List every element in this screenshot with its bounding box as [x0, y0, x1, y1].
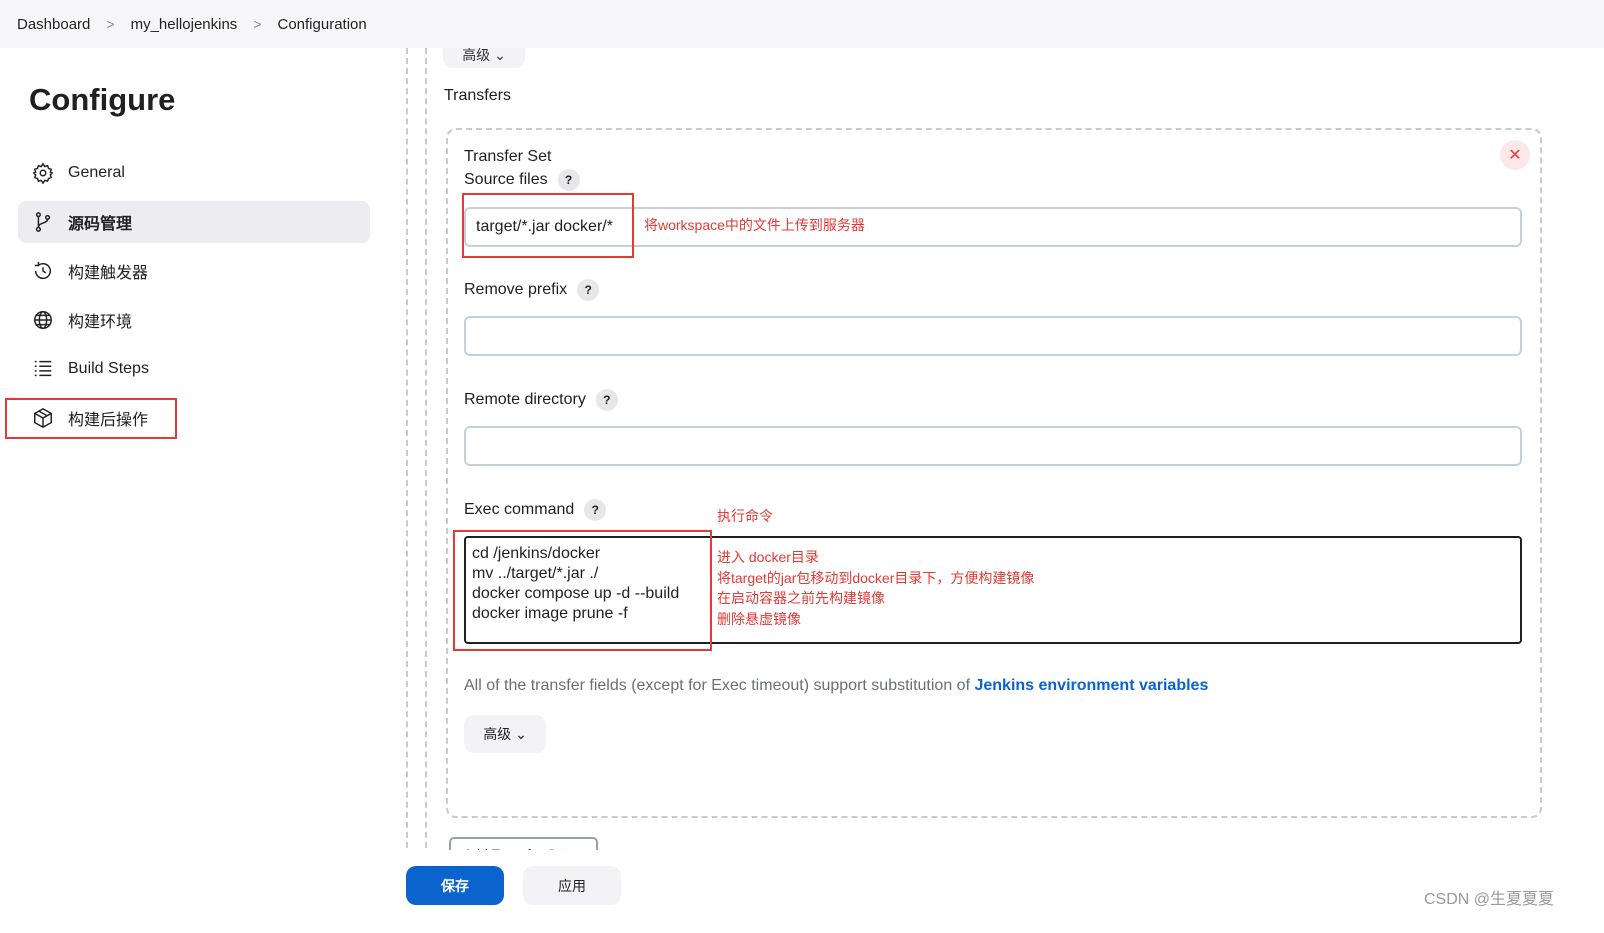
sidebar-item-label: General	[68, 164, 125, 181]
advanced-button[interactable]: 高级 ⌄	[464, 715, 546, 753]
help-icon[interactable]: ?	[595, 389, 618, 411]
exec-command-label: Exec command?	[464, 499, 607, 521]
transfer-set-label: Transfer Set	[464, 148, 552, 165]
sidebar-item-general[interactable]: General	[18, 152, 370, 194]
save-button[interactable]: 保存	[406, 866, 504, 905]
annotation-box	[453, 530, 712, 651]
sidebar-item-label: Build Steps	[68, 360, 149, 377]
chevron-right-icon: >	[253, 16, 262, 32]
breadcrumb: Dashboard > my_hellojenkins > Configuratio…	[0, 0, 1604, 48]
help-icon[interactable]: ?	[584, 499, 607, 521]
sidebar-item-build-steps[interactable]: Build Steps	[18, 348, 370, 390]
remove-prefix-label: Remove prefix?	[464, 279, 600, 301]
breadcrumb-dashboard[interactable]: Dashboard	[17, 16, 90, 33]
annotation-note: 将workspace中的文件上传到服务器	[644, 217, 865, 233]
section-border	[406, 48, 408, 868]
annotation-box	[462, 193, 634, 258]
close-icon[interactable]: ✕	[1500, 140, 1530, 170]
annotation-note: 执行命令	[717, 508, 773, 524]
gear-icon	[32, 162, 54, 184]
transfers-label: Transfers	[444, 87, 511, 104]
section-border	[425, 48, 427, 868]
list-icon	[34, 360, 52, 377]
info-text: All of the transfer fields (except for E…	[464, 677, 1209, 694]
sidebar-item-label: 源码管理	[68, 216, 133, 233]
chevron-right-icon: >	[106, 16, 115, 32]
help-icon[interactable]: ?	[577, 279, 600, 301]
source-files-label: Source files?	[464, 169, 580, 191]
remove-prefix-input[interactable]	[464, 316, 1522, 356]
breadcrumb-job[interactable]: my_hellojenkins	[131, 16, 238, 33]
watermark: CSDN @生夏夏夏	[1423, 891, 1554, 908]
page-title: Configure	[29, 82, 176, 117]
annotation-notes: 进入 docker目录 将target的jar包移动到docker目录下，方便构建…	[717, 549, 1035, 627]
globe-icon	[34, 311, 52, 329]
sidebar-item-label: 构建触发器	[68, 265, 149, 282]
branch-icon	[35, 212, 51, 232]
remote-directory-input[interactable]	[464, 426, 1522, 466]
breadcrumb-configuration[interactable]: Configuration	[278, 16, 367, 33]
remote-directory-label: Remote directory?	[464, 389, 618, 411]
sidebar-item-triggers[interactable]: 构建触发器	[18, 250, 370, 292]
apply-button[interactable]: 应用	[523, 866, 621, 905]
clock-icon	[34, 261, 51, 280]
help-icon[interactable]: ?	[557, 169, 580, 191]
sidebar-item-label: 构建环境	[68, 314, 133, 331]
annotation-box	[5, 398, 177, 439]
sidebar-item-environment[interactable]: 构建环境	[18, 299, 370, 341]
env-variables-link[interactable]: Jenkins environment variables	[974, 677, 1208, 694]
sidebar-item-source[interactable]: 源码管理	[18, 201, 370, 243]
